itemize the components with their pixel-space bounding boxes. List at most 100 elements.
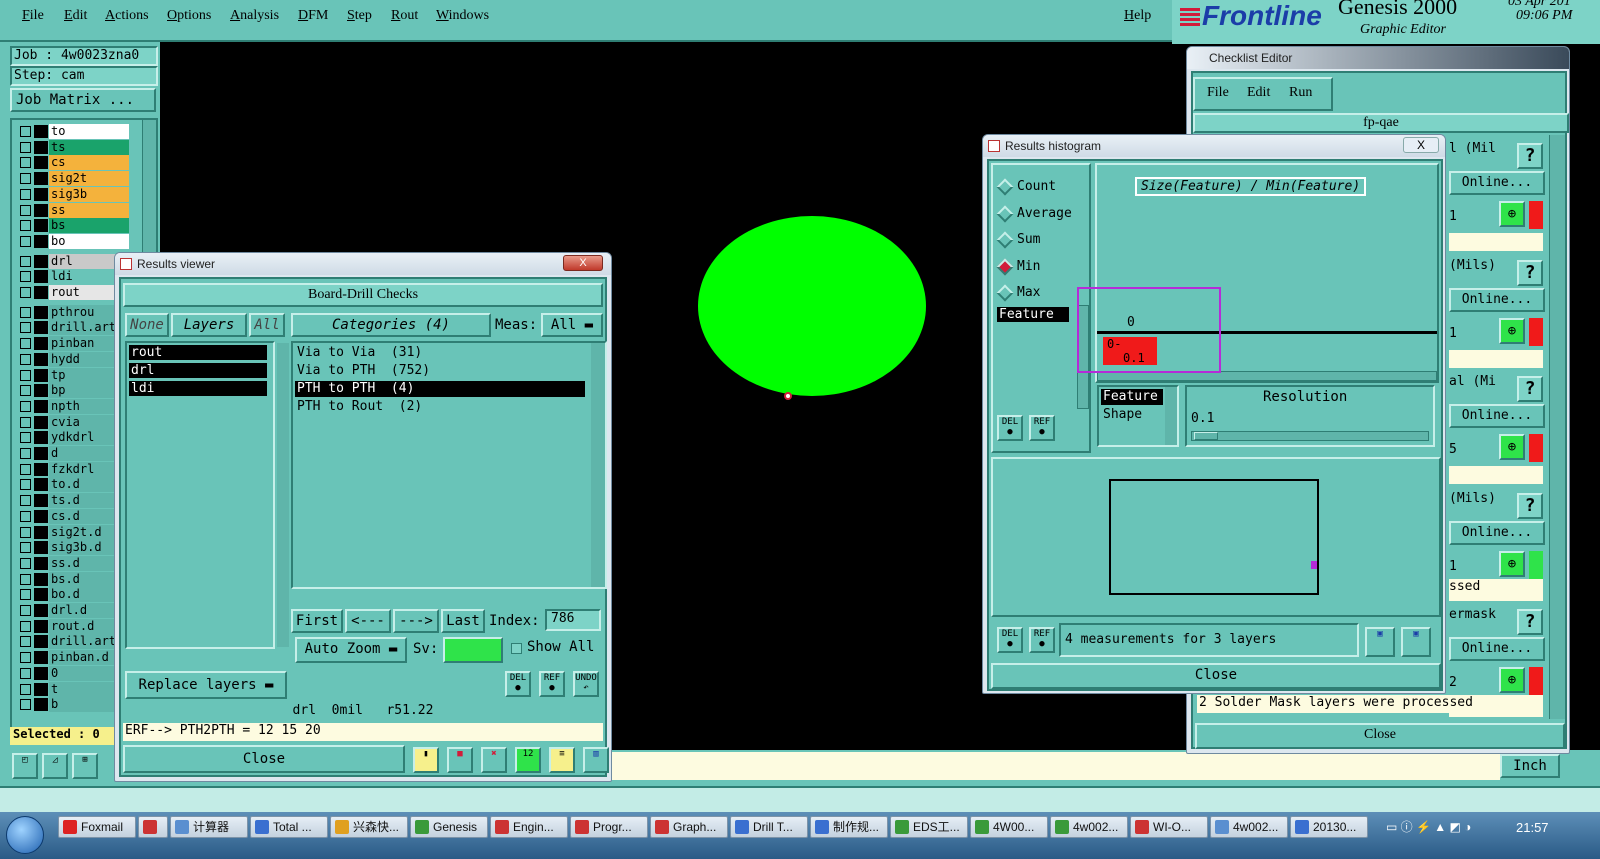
menu-edit[interactable]: Edit [64,8,87,24]
checklist-vscroll[interactable] [1549,135,1565,719]
rv-category-item-selected[interactable]: PTH to PTH (4) [295,381,585,397]
histogram-export-icon[interactable]: ▣ [1365,627,1395,657]
rv-ref-icon[interactable]: REF ● [539,671,565,697]
checklist-online-button[interactable]: Online... [1449,404,1545,428]
taskbar-item[interactable]: Genesis [410,816,488,838]
layer-checkbox[interactable] [20,589,31,601]
layer-checkbox[interactable] [20,652,31,664]
layer-checkbox[interactable] [20,542,31,554]
layer-checkbox[interactable] [20,448,31,459]
rv-category-item[interactable]: Via to PTH (752) [295,363,585,379]
layer-name[interactable]: ss [49,202,129,218]
taskbar-item[interactable]: 制作规... [810,816,888,838]
rv-layer-item[interactable]: rout [129,345,267,360]
layer-row[interactable]: to [14,124,132,139]
layer-checkbox[interactable] [20,416,31,428]
layer-checkbox[interactable] [20,173,31,185]
layer-name[interactable]: to [49,124,129,139]
menu-file[interactable]: File [22,8,44,24]
taskbar-item[interactable]: Drill T... [730,816,808,838]
checklist-menu-file[interactable]: File [1207,85,1229,101]
layer-checkbox[interactable] [20,479,31,491]
rv-histogram-icon[interactable]: ▥ [583,747,609,773]
feature-list-item[interactable]: Feature [1101,389,1163,405]
checklist-online-button[interactable]: Online... [1449,287,1545,312]
layer-checkbox[interactable] [20,683,31,695]
histogram-ref-icon-top[interactable]: REF ● [1029,415,1055,441]
zoom-check-icon[interactable]: ⊕ [1499,434,1525,460]
layer-name[interactable]: bo [49,233,129,249]
layer-checkbox[interactable] [20,699,31,711]
rv-category-item[interactable]: PTH to Rout (2) [295,399,585,415]
start-button-icon[interactable] [6,816,44,854]
histogram-titlebar[interactable]: Results histogram [983,135,1445,157]
rv-category-item[interactable]: Via to Via (31) [295,345,585,361]
layer-name[interactable]: cs [49,155,129,171]
layer-row[interactable]: bo [14,233,132,249]
layer-checkbox[interactable] [20,526,31,538]
mode-label[interactable]: Min [1017,259,1040,274]
layer-checkbox[interactable] [20,287,31,298]
layer-checkbox[interactable] [20,353,31,365]
layer-checkbox[interactable] [20,605,31,616]
taskbar-item[interactable]: Total ... [250,816,328,838]
layer-checkbox[interactable] [20,463,31,475]
rv-last-button[interactable]: Last [441,609,485,633]
menu-rout[interactable]: Rout [391,8,418,24]
help-question-icon[interactable]: ? [1517,259,1543,286]
measure-icon[interactable]: ◿ [42,753,68,779]
taskbar-item[interactable]: 20130... [1290,816,1368,838]
taskbar-item[interactable]: 兴森快... [330,816,408,838]
layer-checkbox[interactable] [20,235,31,247]
menu-help[interactable]: Help [1124,8,1151,24]
layer-checkbox[interactable] [20,271,31,283]
results-viewer-close-icon[interactable]: X [563,255,603,271]
layer-checkbox[interactable] [20,495,31,507]
histogram-del-icon-top[interactable]: DEL ● [997,415,1023,441]
checklist-online-button[interactable]: Online... [1449,171,1545,195]
taskbar-item[interactable]: Engin... [490,816,568,838]
layer-checkbox[interactable] [20,400,31,412]
zoom-check-icon[interactable]: ⊕ [1499,667,1525,693]
checklist-editor-titlebar[interactable]: Checklist Editor [1187,47,1569,69]
rv-next-button[interactable]: ---> [393,609,439,633]
rv-show-info-icon[interactable]: ▮ [413,747,439,773]
results-viewer-titlebar[interactable]: Results viewer [115,253,611,275]
mode-label[interactable]: Average [1017,206,1072,221]
layer-row[interactable]: ss [14,202,132,218]
mode-label[interactable]: Max [1017,285,1040,300]
layer-checkbox[interactable] [20,510,31,522]
histogram-feature-list[interactable]: Feature Shape [1097,385,1179,447]
histogram-close-button[interactable]: Close [991,663,1441,689]
grid-icon[interactable]: ⊞ [72,753,98,779]
zoom-fit-icon[interactable]: ◰ [12,753,38,779]
mode-label[interactable]: Sum [1017,232,1040,247]
rv-layer-vscroll[interactable] [277,343,289,647]
layer-checkbox[interactable] [20,667,31,679]
histogram-ref-icon[interactable]: REF ● [1029,627,1055,653]
rv-undo-icon[interactable]: UNDO ↶ [573,671,599,697]
layer-name[interactable]: bs [49,218,129,234]
histogram-import-icon[interactable]: ▣ [1401,627,1431,657]
mode-radio[interactable] [996,231,1014,249]
rv-categories-button[interactable]: Categories (4) [291,313,491,337]
rv-step-icon[interactable]: 12 [515,747,541,773]
layer-checkbox[interactable] [20,369,31,381]
checklist-online-button[interactable]: Online... [1449,520,1545,545]
rv-show-all-checkbox[interactable] [511,643,522,654]
layer-checkbox[interactable] [20,188,31,200]
layer-checkbox[interactable] [20,141,31,153]
menu-analysis[interactable]: Analysis [230,8,279,24]
taskbar-item[interactable] [138,816,168,838]
mode-radio[interactable] [996,205,1014,222]
checklist-close-button[interactable]: Close [1195,723,1565,749]
layer-name[interactable]: sig3b [49,186,129,202]
menu-dfm[interactable]: DFM [298,8,328,24]
zoom-check-icon[interactable]: ⊕ [1499,550,1525,577]
rv-report-icon[interactable]: ≡ [549,747,575,773]
layer-checkbox[interactable] [20,432,31,444]
layer-row[interactable]: ts [14,139,132,155]
taskbar-item[interactable]: Graph... [650,816,728,838]
rv-category-listbox[interactable]: Via to Via (31) Via to PTH (752) PTH to … [291,341,607,589]
taskbar-item[interactable]: WI-O... [1130,816,1208,838]
